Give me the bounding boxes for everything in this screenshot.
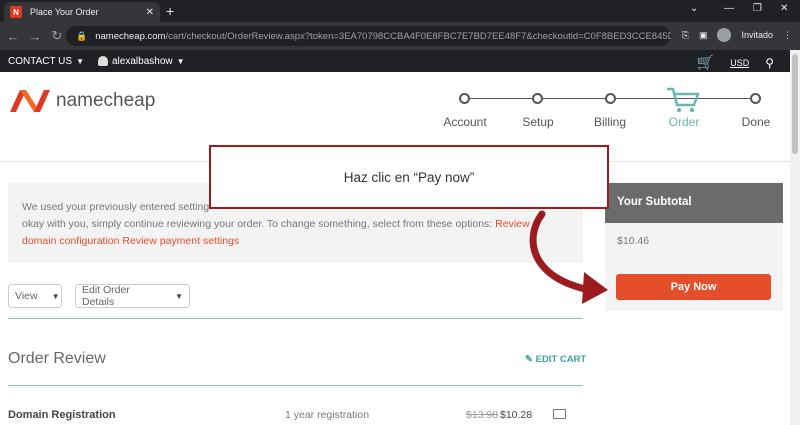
edit-cart-link[interactable]: ✎ EDIT CART: [525, 354, 586, 365]
site-top-bar: CONTACT US ▼ alexalbashow ▼ 🛒 USD ⚲: [0, 50, 790, 72]
currency-selector[interactable]: USD: [730, 58, 749, 68]
edit-cart-label: EDIT CART: [535, 354, 587, 365]
divider: [8, 318, 583, 319]
user-menu[interactable]: alexalbashow ▼: [98, 56, 185, 67]
reload-icon[interactable]: ↻: [46, 28, 68, 44]
instruction-text: Haz clic en “Pay now”: [343, 169, 475, 185]
step-account: Account: [443, 115, 487, 129]
divider: [8, 385, 583, 386]
subtotal-heading: Your Subtotal: [605, 183, 783, 223]
translate-icon[interactable]: ⎘: [682, 30, 689, 41]
cart-step-icon: [667, 87, 700, 113]
arrow-pointer-icon: [529, 210, 608, 304]
edit-order-details-dropdown[interactable]: Edit Order Details ▼: [75, 284, 190, 308]
namecheap-favicon-icon: N: [10, 6, 22, 18]
step-order: Order: [668, 115, 700, 129]
pay-now-button[interactable]: Pay Now: [616, 274, 771, 300]
pencil-icon: ✎: [525, 354, 533, 365]
domain-registration-label: Domain Registration: [8, 409, 116, 421]
edit-order-label: Edit Order Details: [82, 284, 130, 308]
step-setup: Setup: [522, 115, 554, 129]
browser-tab[interactable]: N Place Your Order ✕: [4, 2, 160, 22]
subtotal-panel: Your Subtotal $10.46 Pay Now: [605, 183, 783, 311]
caret-down-icon: ▼: [76, 56, 84, 66]
step-dot-billing: [605, 93, 616, 104]
order-review-title: Order Review: [8, 350, 106, 367]
search-icon[interactable]: ⚲: [765, 56, 774, 70]
view-dropdown[interactable]: View ▼: [8, 284, 62, 308]
registration-period: 1 year registration: [285, 409, 370, 421]
namecheap-logo[interactable]: namecheap: [8, 88, 155, 114]
id-card-icon[interactable]: [553, 409, 566, 419]
close-tab-icon[interactable]: ✕: [146, 7, 154, 18]
back-icon[interactable]: ←: [2, 29, 24, 44]
step-done: Done: [741, 115, 771, 129]
new-tab-icon[interactable]: +: [166, 3, 174, 19]
browser-tab-bar: N Place Your Order ✕ + ⌄ — ❐ ✕: [0, 0, 800, 22]
caret-down-icon: ▼: [176, 56, 185, 66]
caret-down-icon: ▼: [51, 291, 60, 301]
close-window-icon[interactable]: ✕: [780, 3, 788, 14]
restore-icon[interactable]: ❐: [753, 3, 762, 14]
instruction-callout: Haz clic en “Pay now”: [209, 145, 609, 209]
url-field[interactable]: 🔒 namecheap.com /cart/checkout/OrderRevi…: [66, 26, 671, 46]
step-billing: Billing: [593, 115, 626, 129]
step-dot-account: [459, 93, 470, 104]
profile-avatar-icon[interactable]: [717, 28, 732, 42]
menu-dots-icon[interactable]: ⋮: [783, 30, 792, 41]
contact-us-label: CONTACT US: [8, 55, 73, 67]
sidepanel-icon[interactable]: ▣: [699, 30, 708, 41]
lock-icon: 🔒: [76, 30, 88, 41]
price: $10.28: [500, 409, 533, 421]
contact-us-menu[interactable]: CONTACT US ▼: [8, 56, 84, 67]
username-label: alexalbashow: [112, 55, 173, 67]
old-price: $13.98: [466, 409, 499, 421]
domain-configuration-link[interactable]: domain configuration: [22, 235, 119, 247]
review-payment-settings-link[interactable]: Review payment settings: [122, 235, 239, 247]
minimize-icon[interactable]: —: [724, 3, 734, 14]
cart-icon[interactable]: 🛒: [697, 54, 714, 71]
url-host: namecheap.com: [95, 30, 166, 42]
caret-down-icon: ▼: [175, 291, 183, 301]
notice-text-1: We used your previously entered setting: [22, 201, 210, 213]
chevron-down-icon[interactable]: ⌄: [690, 3, 698, 14]
namecheap-logo-icon: [10, 90, 50, 112]
step-dot-done: [750, 93, 761, 104]
scrollbar-thumb[interactable]: [792, 54, 798, 154]
view-label: View: [15, 290, 38, 302]
address-bar: ← → ↻ 🔒 namecheap.com /cart/checkout/Ord…: [0, 22, 800, 50]
user-icon: [98, 56, 108, 66]
forward-icon[interactable]: →: [24, 29, 46, 44]
url-path: /cart/checkout/OrderReview.aspx?token=3E…: [165, 30, 671, 42]
notice-text-2: okay with you, simply continue reviewing…: [22, 218, 493, 230]
logo-text: namecheap: [56, 90, 156, 111]
profile-label[interactable]: Invitado: [741, 30, 773, 40]
step-dot-setup: [532, 93, 543, 104]
subtotal-amount: $10.46: [617, 235, 650, 247]
tab-title: Place Your Order: [30, 7, 99, 17]
